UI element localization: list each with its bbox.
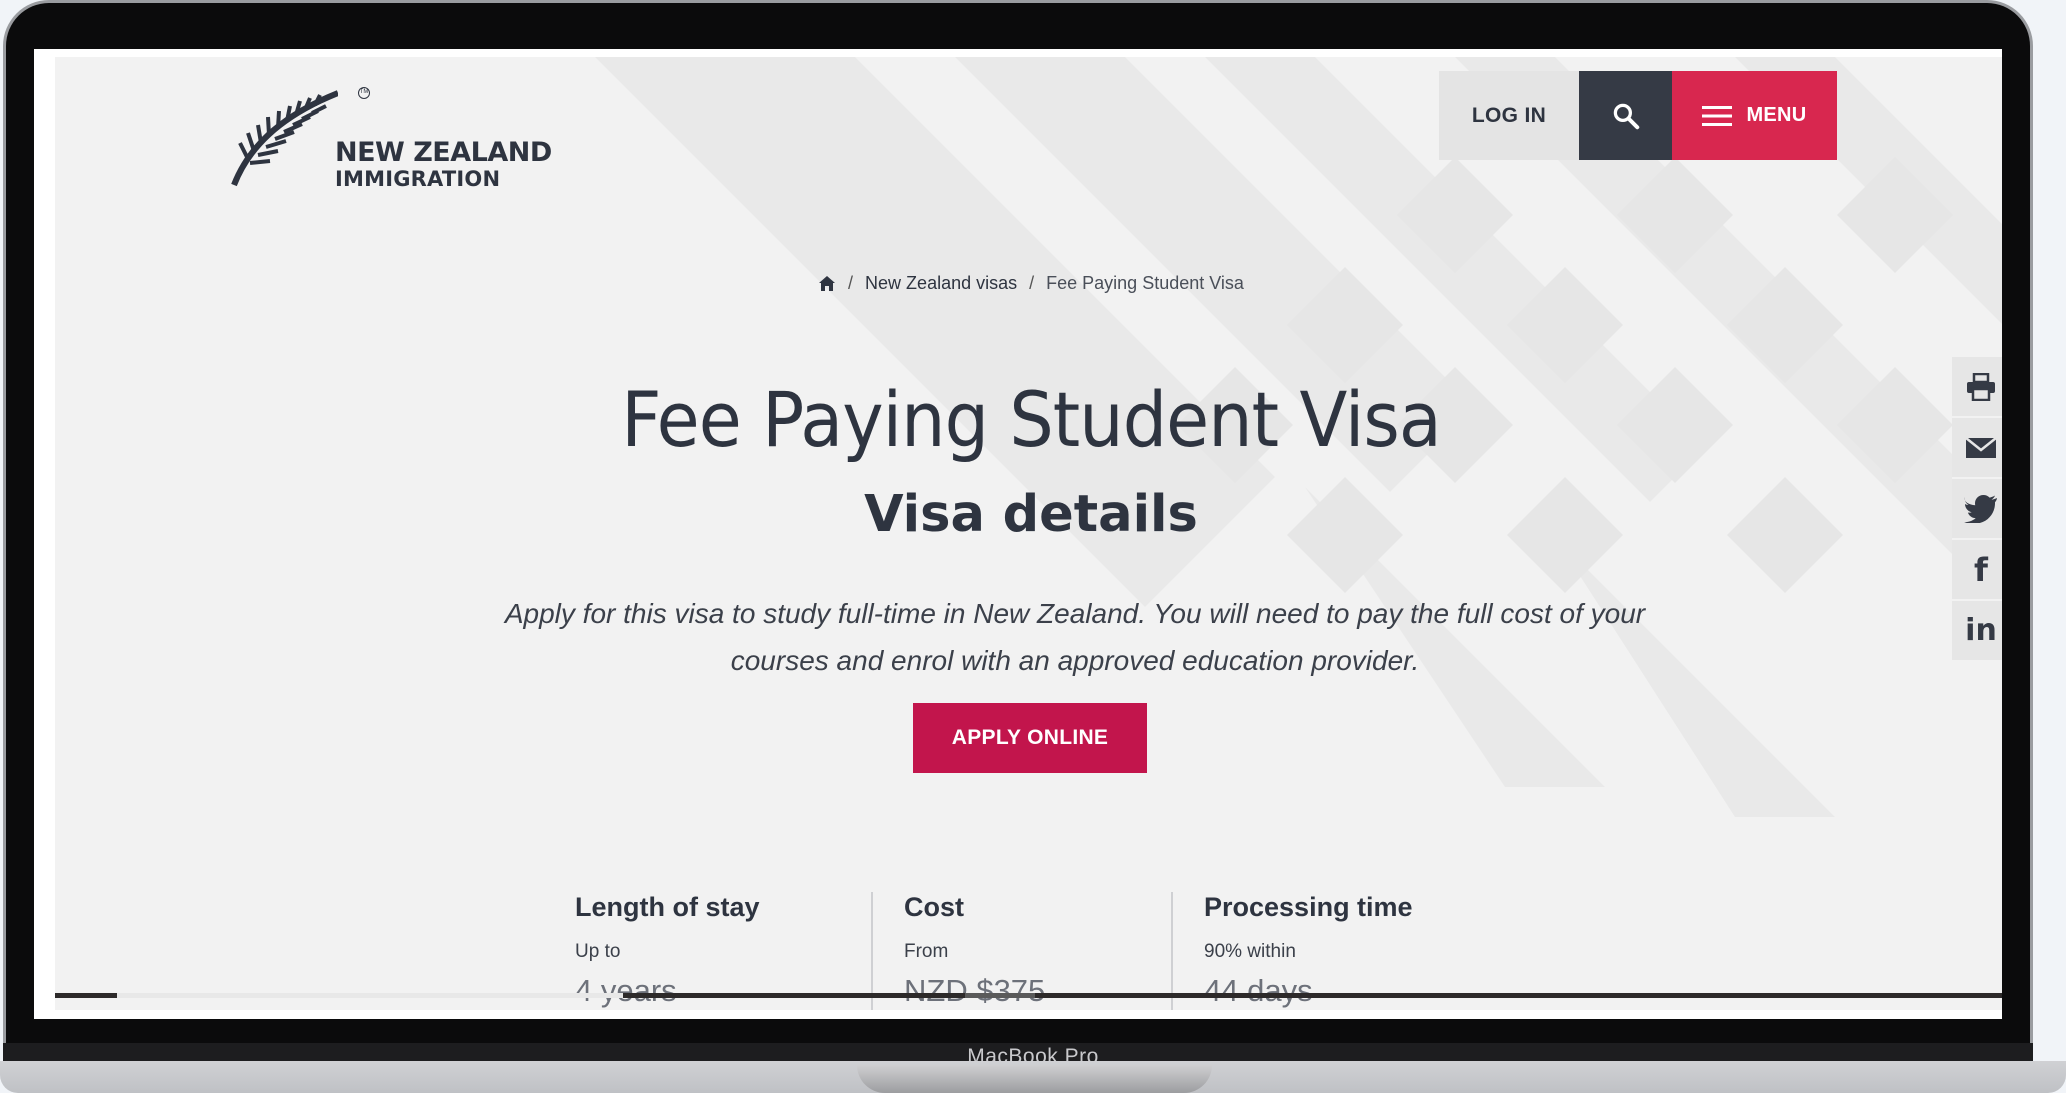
facebook-button[interactable]: f (1952, 540, 2002, 601)
fact-value: 44 days (1204, 973, 1313, 1008)
silver-fern-icon (231, 90, 338, 187)
logo-line-1: NEW ZEALAND (335, 137, 552, 168)
email-icon (1965, 436, 1997, 458)
breadcrumb-separator: / (1029, 273, 1035, 293)
fact-prefix: Up to (575, 941, 621, 962)
screen: TM NEW ZEALAND IMMIGRATION LOG IN MENU /… (34, 49, 2002, 1019)
twitter-button[interactable] (1952, 479, 2002, 540)
linkedin-icon: in (1965, 613, 1997, 648)
print-button[interactable] (1952, 357, 2002, 418)
trademark-mark: TM (358, 87, 370, 99)
email-button[interactable] (1952, 418, 2002, 479)
website: TM NEW ZEALAND IMMIGRATION LOG IN MENU /… (55, 57, 2002, 1010)
menu-button[interactable]: MENU (1672, 71, 1837, 160)
facebook-icon: f (1974, 550, 1988, 589)
login-button[interactable]: LOG IN (1439, 71, 1579, 160)
fact-value: NZD $375 (904, 973, 1046, 1008)
bar-segment (965, 993, 1035, 998)
linkedin-button[interactable]: in (1952, 601, 2002, 662)
laptop-notch (857, 1065, 1212, 1093)
search-button[interactable] (1579, 71, 1672, 160)
intro-text: Apply for this visa to study full-time i… (475, 590, 1675, 684)
share-rail: f in (1952, 357, 2002, 662)
fact-label: Length of stay (575, 892, 760, 922)
nz-immigration-logo[interactable]: TM NEW ZEALAND IMMIGRATION (228, 79, 558, 190)
top-nav: LOG IN MENU (1439, 71, 1837, 160)
search-icon (1613, 103, 1639, 129)
print-icon (1967, 372, 1995, 401)
twitter-icon (1964, 494, 1997, 523)
apply-online-button[interactable]: APPLY ONLINE (913, 703, 1147, 773)
page-bottom-bar (55, 993, 2002, 998)
intro-line-2: courses and enrol with an approved educa… (730, 645, 1420, 676)
breadcrumb: / New Zealand visas / Fee Paying Student… (55, 273, 2002, 294)
fact-label: Cost (904, 892, 964, 922)
section-subtitle: Visa details (864, 485, 1198, 544)
breadcrumb-separator: / (848, 273, 854, 293)
logo-line-2: IMMIGRATION (335, 167, 501, 191)
logo-wordmark: NEW ZEALAND IMMIGRATION (335, 139, 552, 190)
intro-line-1: Apply for this visa to study full-time i… (504, 598, 1646, 629)
fact-label: Processing time (1204, 892, 1413, 922)
page-title: Fee Paying Student Visa (621, 375, 1441, 464)
breadcrumb-current: Fee Paying Student Visa (1046, 273, 1244, 293)
home-icon[interactable] (818, 275, 836, 292)
bar-segment (117, 993, 623, 998)
breadcrumb-link-visas[interactable]: New Zealand visas (865, 273, 1017, 294)
fact-prefix: From (904, 941, 949, 962)
hamburger-icon (1702, 105, 1733, 126)
fact-prefix: 90% within (1204, 941, 1296, 962)
menu-label: MENU (1746, 104, 1807, 126)
fact-value: 4 years (575, 973, 677, 1008)
